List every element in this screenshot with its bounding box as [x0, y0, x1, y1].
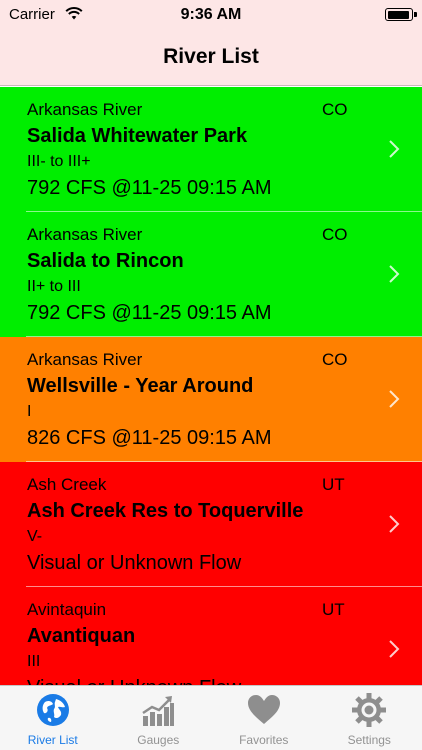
list-item[interactable]: Ash Creek UT Ash Creek Res to Toquervill… [0, 462, 422, 587]
tab-label: Favorites [239, 733, 289, 747]
list-item[interactable]: Avintaquin UT Avantiquan III Visual or U… [0, 587, 422, 685]
navigation-bar: River List [0, 32, 422, 86]
tab-label: Settings [347, 733, 391, 747]
section-name: Ash Creek Res to Toquerville [27, 500, 304, 522]
state-code: UT [322, 475, 345, 494]
chevron-right-icon [389, 515, 400, 533]
state-code: CO [322, 100, 348, 119]
river-name: Avintaquin [27, 600, 107, 619]
status-bar: Carrier 9:36 AM [0, 0, 422, 32]
river-name: Arkansas River [27, 350, 143, 369]
difficulty-class: III- to III+ [27, 153, 91, 170]
tab-settings[interactable]: Settings [317, 686, 422, 750]
chevron-right-icon [389, 640, 400, 658]
chevron-right-icon [389, 265, 400, 283]
difficulty-class: III [27, 653, 41, 670]
flow-reading: 826 CFS @11-25 09:15 AM [27, 427, 272, 449]
chevron-right-icon [389, 390, 400, 408]
tab-label: River List [27, 733, 78, 747]
flow-reading: Visual or Unknown Flow [27, 552, 242, 574]
tab-river-list[interactable]: River List [0, 686, 106, 750]
section-name: Salida Whitewater Park [27, 125, 248, 147]
section-name: Avantiquan [27, 625, 136, 647]
tab-favorites[interactable]: Favorites [211, 686, 317, 750]
state-code: CO [322, 225, 348, 244]
flow-reading: 792 CFS @11-25 09:15 AM [27, 177, 272, 199]
river-list[interactable]: Arkansas River CO Salida Whitewater Park… [0, 87, 422, 685]
list-item[interactable]: Arkansas River CO Salida to Rincon II+ t… [0, 212, 422, 337]
tab-bar: River List Gauges Favorites Settings [0, 685, 422, 750]
heart-icon [247, 695, 280, 724]
section-name: Wellsville - Year Around [27, 375, 254, 397]
globe-icon [36, 694, 69, 726]
flow-reading: 792 CFS @11-25 09:15 AM [27, 302, 272, 324]
flow-reading: Visual or Unknown Flow [27, 677, 241, 685]
difficulty-class: I [27, 403, 32, 420]
tab-label: Gauges [137, 733, 180, 747]
difficulty-class: II+ to III [27, 278, 81, 295]
chart-icon [142, 696, 175, 726]
battery-icon [385, 8, 417, 21]
tab-gauges[interactable]: Gauges [106, 686, 212, 750]
state-code: UT [322, 600, 345, 619]
page-title: River List [163, 45, 259, 68]
river-name: Arkansas River [27, 225, 143, 244]
difficulty-class: V- [27, 528, 43, 545]
chevron-right-icon [389, 140, 400, 158]
list-item[interactable]: Arkansas River CO Salida Whitewater Park… [0, 87, 422, 212]
river-name: Ash Creek [27, 475, 107, 494]
section-name: Salida to Rincon [27, 250, 184, 272]
list-item[interactable]: Arkansas River CO Wellsville - Year Arou… [0, 337, 422, 462]
river-name: Arkansas River [27, 100, 143, 119]
state-code: CO [322, 350, 348, 369]
clock: 9:36 AM [180, 6, 242, 23]
gear-icon [352, 693, 387, 727]
